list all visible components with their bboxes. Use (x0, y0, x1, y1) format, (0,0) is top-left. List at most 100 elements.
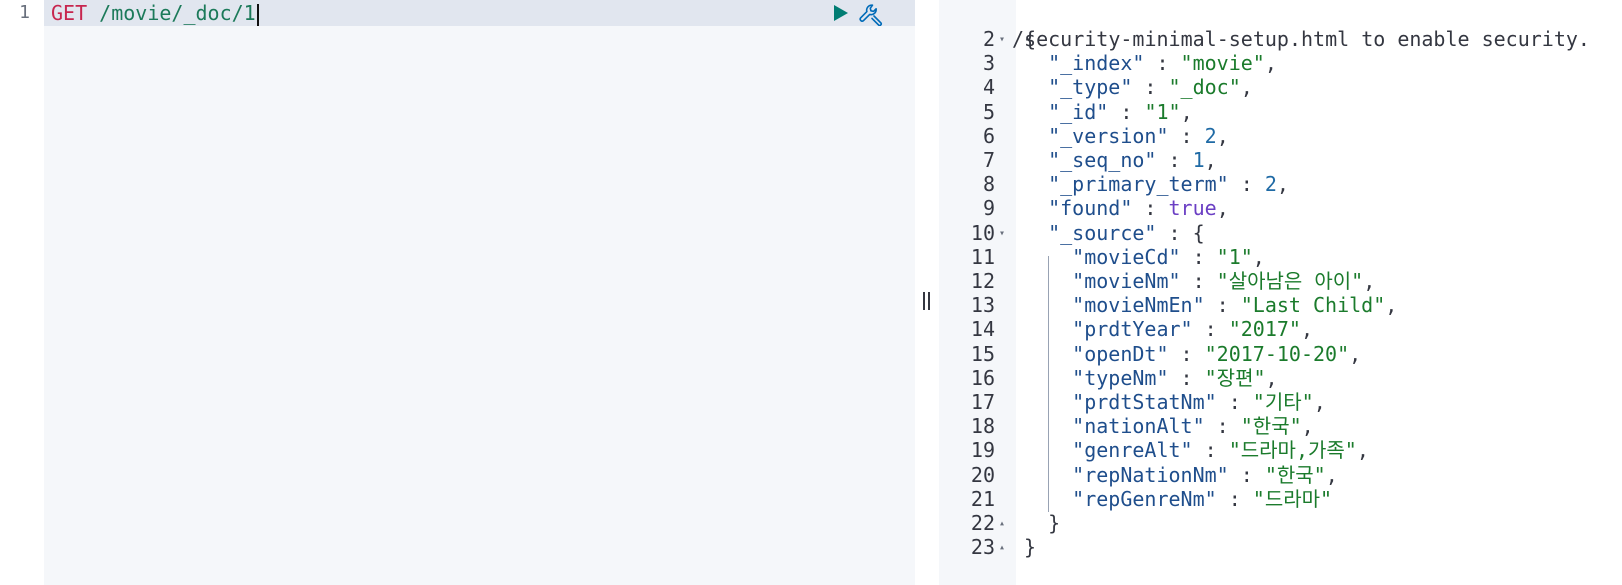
send-request-button[interactable] (830, 3, 850, 23)
code-token: "_id" (1048, 99, 1109, 124)
response-code: "_type" : "_doc", (1024, 75, 1253, 100)
response-line: 6 "_version" : 2, (939, 124, 1622, 149)
code-token: "movieNm" (1072, 269, 1181, 293)
fold-expand-icon[interactable]: ▴ (999, 535, 1011, 560)
code-token: : (1216, 390, 1253, 414)
code-token: "_version" (1048, 123, 1169, 148)
pane-resizer[interactable] (915, 0, 939, 585)
text-cursor (256, 3, 259, 26)
code-token: : (1228, 172, 1265, 197)
code-token: : (1132, 75, 1169, 100)
code-token: : (1192, 438, 1229, 463)
code-token: , (1385, 293, 1398, 318)
code-token: : (1204, 414, 1241, 439)
response-code: "repNationNm" : "한국", (1024, 463, 1338, 488)
response-line-number: 16 (970, 365, 995, 390)
code-token: "장편" (1204, 365, 1266, 390)
response-line-number: 3 (982, 51, 995, 76)
response-line: 14 "prdtYear" : "2017", (939, 317, 1622, 342)
code-token: : (1132, 196, 1169, 221)
response-line-number: 6 (982, 123, 995, 148)
response-header-line: /security-minimal-setup.html to enable s… (939, 2, 1622, 51)
response-viewer[interactable]: /security-minimal-setup.html to enable s… (939, 0, 1622, 585)
response-line-number: 17 (970, 390, 995, 414)
code-token: , (1240, 75, 1253, 100)
fold-collapse-icon[interactable]: ▾ (999, 221, 1011, 246)
response-code: "movieNm" : "살아남은 아이", (1024, 269, 1375, 294)
code-token: "_source" (1048, 220, 1157, 245)
response-line: 5 "_id" : "1", (939, 100, 1622, 125)
code-token: , (1301, 414, 1314, 439)
code-token: "_index" (1048, 51, 1145, 76)
response-line: 8 "_primary_term" : 2, (939, 172, 1622, 197)
response-line-number: 8 (982, 172, 995, 197)
response-line: 17 "prdtStatNm" : "기타", (939, 390, 1622, 415)
response-line-number: 7 (982, 148, 995, 172)
code-token: : (1192, 317, 1229, 342)
response-line: 11 "movieCd" : "1", (939, 245, 1622, 270)
code-token: : { (1156, 220, 1205, 245)
code-token: 2 (1264, 172, 1277, 197)
code-token: "genreAlt" (1072, 438, 1193, 463)
code-token: "한국" (1264, 462, 1326, 487)
response-line-number: 13 (970, 293, 995, 318)
code-token: : (1216, 486, 1253, 511)
code-token: "Last Child" (1240, 293, 1386, 318)
fold-collapse-icon[interactable]: ▾ (999, 27, 1011, 52)
code-token: { (1024, 27, 1037, 51)
request-method: GET (51, 1, 88, 25)
code-token: 2 (1204, 123, 1217, 148)
code-token: "기타" (1252, 390, 1314, 414)
request-editor-body[interactable] (44, 26, 915, 585)
response-code: "movieCd" : "1", (1024, 245, 1265, 270)
response-code: } (1024, 511, 1060, 536)
play-icon (834, 5, 848, 21)
code-token: , (1265, 365, 1278, 390)
code-token: "드라마" (1252, 486, 1333, 511)
request-editor[interactable]: 1 GET /movie/_doc/1 (0, 0, 915, 585)
request-line[interactable]: GET /movie/_doc/1 (51, 0, 259, 26)
code-token: : (1156, 148, 1193, 172)
code-token: : (1180, 244, 1217, 269)
code-token: "prdtStatNm" (1072, 390, 1217, 414)
response-line: 21 "repGenreNm" : "드라마" (939, 487, 1622, 512)
response-line: 4 "_type" : "_doc", (939, 75, 1622, 100)
response-line-number: 5 (982, 99, 995, 124)
code-token: "movieCd" (1072, 244, 1181, 269)
response-line-number: 22 (970, 511, 995, 535)
response-line: 9 "found" : true, (939, 196, 1622, 221)
request-line-number: 1 (19, 2, 30, 23)
response-line-number: 15 (970, 341, 995, 366)
indent-guide (1048, 256, 1049, 512)
code-token: "movieNmEn" (1072, 293, 1205, 318)
response-line-number: 11 (970, 244, 995, 269)
response-line: 3 "_index" : "movie", (939, 51, 1622, 76)
response-line-number: 14 (970, 317, 995, 342)
response-code: "_primary_term" : 2, (1024, 172, 1289, 197)
code-token: , (1325, 462, 1338, 487)
response-line: 16 "typeNm" : "장편", (939, 366, 1622, 391)
code-token: : (1228, 462, 1265, 487)
code-token: "드라마,가족" (1228, 438, 1357, 463)
fold-expand-icon[interactable]: ▴ (999, 511, 1011, 536)
request-path: /movie/_doc/1 (99, 1, 256, 25)
response-line-number: 2 (982, 27, 995, 51)
code-token: : (1168, 341, 1205, 366)
code-token: "살아남은 아이" (1216, 269, 1364, 293)
response-line-number: 19 (970, 438, 995, 463)
settings-actions-button[interactable] (858, 2, 884, 27)
response-code: } (1024, 535, 1036, 560)
code-token: , (1264, 51, 1277, 76)
response-code: "_version" : 2, (1024, 124, 1229, 149)
response-code: "prdtYear" : "2017", (1024, 317, 1313, 342)
response-line: 19 "genreAlt" : "드라마,가족", (939, 438, 1622, 463)
code-token: "_primary_term" (1048, 172, 1229, 197)
code-token: 1 (1192, 148, 1205, 172)
response-line-number: 21 (970, 486, 995, 511)
response-code: "nationAlt" : "한국", (1024, 414, 1314, 439)
code-token: "typeNm" (1072, 365, 1169, 390)
response-line-number: 10 (970, 220, 995, 245)
